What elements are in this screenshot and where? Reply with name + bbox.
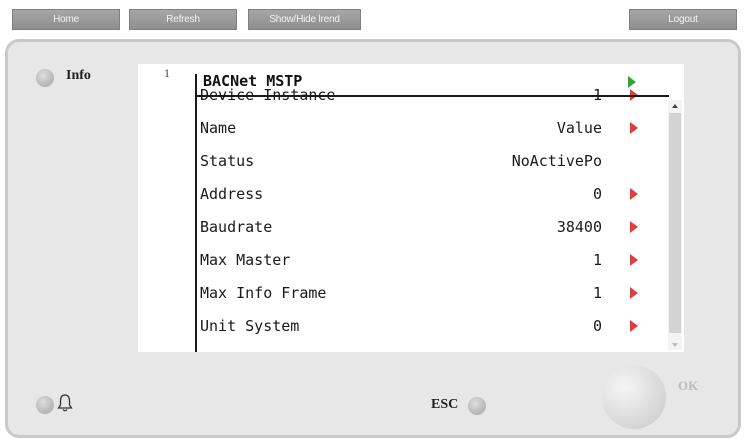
play-red-icon[interactable] — [630, 287, 638, 299]
scroll-down-icon[interactable] — [672, 343, 678, 347]
parameter-label: Unit System — [200, 317, 300, 335]
parameter-value: 0 — [592, 185, 602, 203]
parameter-row[interactable]: Max Info Frame 1 — [138, 284, 684, 317]
parameter-value: 1 — [592, 284, 602, 302]
controller-panel: Info 1 BACNet MSTP Device Instance1NameV… — [5, 39, 741, 438]
parameter-value: 0 — [592, 317, 602, 335]
parameter-label: Max Master — [200, 251, 291, 269]
parameter-label: Address — [200, 185, 264, 203]
parameter-label: Status — [200, 152, 255, 170]
scroll-up-icon[interactable] — [672, 104, 678, 108]
home-button[interactable]: Home — [12, 9, 120, 30]
parameter-label: Max Info Frame — [200, 284, 327, 302]
show-hide-legend-button[interactable]: Show/Hide lrend — [248, 9, 361, 30]
play-red-icon[interactable] — [630, 122, 638, 134]
esc-button[interactable] — [468, 397, 486, 415]
ok-label: OK — [678, 378, 699, 393]
parameter-row[interactable]: Address 0 — [138, 185, 684, 218]
scroll-thumb[interactable] — [669, 113, 681, 333]
parameter-row[interactable]: Status NoActivePo — [138, 152, 684, 185]
column-divider — [195, 74, 197, 352]
display-screen: 1 BACNet MSTP Device Instance1NameValueS… — [138, 64, 684, 352]
ok-knob[interactable] — [602, 365, 666, 429]
refresh-button[interactable]: Refresh — [129, 9, 237, 30]
bell-icon[interactable] — [56, 393, 74, 413]
scrollbar[interactable] — [668, 100, 682, 350]
parameter-row[interactable]: Max Master 1 — [138, 251, 684, 284]
parameter-row[interactable]: Device Instance1 — [138, 86, 684, 119]
logout-button[interactable]: Logout — [629, 9, 737, 30]
info-led-button[interactable] — [36, 69, 54, 87]
parameter-value: 38400 — [556, 218, 602, 236]
esc-label: ESC — [431, 397, 459, 412]
parameter-label: Name — [200, 119, 237, 137]
title-divider — [195, 95, 669, 97]
parameter-list: Device Instance1Name Value Status NoActiveP… — [138, 64, 684, 352]
parameter-value: NoActivePo — [511, 152, 602, 170]
play-red-icon[interactable] — [630, 221, 638, 233]
parameter-value: Value — [556, 119, 602, 137]
play-red-icon[interactable] — [630, 254, 638, 266]
parameter-row[interactable]: Name Value — [138, 119, 684, 152]
parameter-row[interactable]: Baudrate 38400 — [138, 218, 684, 251]
parameter-value: 1 — [592, 251, 602, 269]
parameter-label: Baudrate — [200, 218, 273, 236]
play-red-icon[interactable] — [630, 320, 638, 332]
play-red-icon[interactable] — [630, 188, 638, 200]
alarm-led-button[interactable] — [36, 396, 54, 414]
info-label: Info — [66, 68, 91, 83]
parameter-row[interactable]: Unit System 0 — [138, 317, 684, 350]
